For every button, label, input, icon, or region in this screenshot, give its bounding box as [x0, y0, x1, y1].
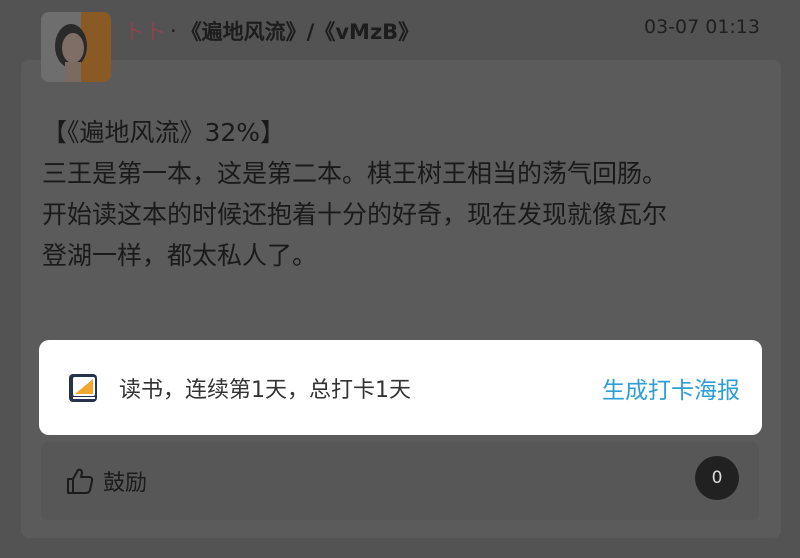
- action-bar: 鼓励 0: [41, 442, 759, 520]
- encourage-label: 鼓励: [103, 471, 148, 496]
- post-line: 登湖一样，都太私人了。: [42, 241, 318, 270]
- post-line: 三王是第一本，这是第二本。棋王树王相当的荡气回肠。: [42, 159, 668, 188]
- comment-count-badge[interactable]: 0: [695, 456, 739, 500]
- generate-poster-link[interactable]: 生成打卡海报: [602, 371, 740, 405]
- user-name[interactable]: トト: [124, 16, 166, 46]
- post-line: 开始读这本的时候还抱着十分的好奇，现在发现就像瓦尔: [42, 200, 668, 229]
- book-icon: [67, 371, 101, 405]
- encourage-button[interactable]: 鼓励: [65, 464, 147, 498]
- thumbs-up-icon: [65, 466, 95, 496]
- post-line: 【《遍地风流》32%】: [42, 118, 286, 147]
- book-path-link[interactable]: 《遍地风流》/《vMzB》: [181, 16, 420, 46]
- post-header: トト · 《遍地风流》/《vMzB》: [124, 14, 419, 48]
- separator: ·: [170, 19, 177, 43]
- post-content: 【《遍地风流》32%】 三王是第一本，这是第二本。棋王树王相当的荡气回肠。 开始…: [42, 112, 772, 276]
- checkin-card: 读书，连续第1天，总打卡1天 生成打卡海报: [39, 340, 762, 435]
- avatar[interactable]: [41, 12, 111, 82]
- post-time: 03-07 01:13: [643, 16, 760, 38]
- checkin-text: 读书，连续第1天，总打卡1天: [119, 377, 411, 403]
